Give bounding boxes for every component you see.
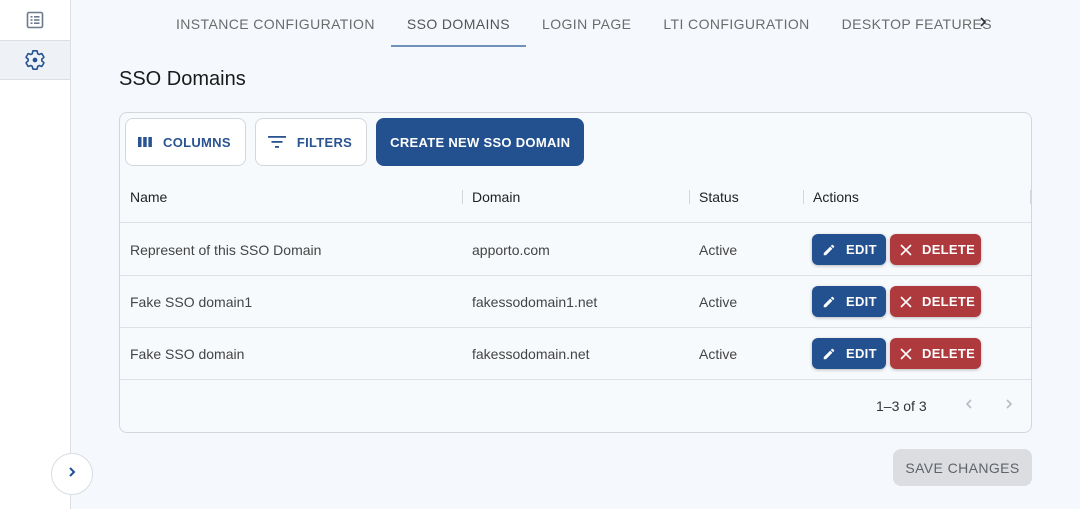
- table-header: Name Domain Status Actions: [120, 171, 1031, 223]
- table-footer: 1–3 of 3: [120, 380, 1031, 432]
- filters-button[interactable]: FILTERS: [254, 118, 368, 166]
- chevron-left-icon: [963, 397, 975, 415]
- cell-name: Fake SSO domain1: [130, 294, 253, 310]
- tab-scroll-right-button[interactable]: [968, 12, 998, 36]
- edit-label: EDIT: [846, 242, 877, 257]
- gear-icon: [24, 49, 46, 71]
- columns-label: COLUMNS: [163, 134, 231, 150]
- column-separator[interactable]: [1030, 190, 1031, 204]
- delete-label: DELETE: [922, 294, 976, 309]
- cell-domain: apporto.com: [472, 242, 550, 258]
- column-header-domain[interactable]: Domain: [472, 171, 520, 223]
- previous-page-button[interactable]: [957, 394, 981, 418]
- edit-label: EDIT: [846, 346, 877, 361]
- tab-instance-configuration[interactable]: INSTANCE CONFIGURATION: [160, 0, 391, 47]
- save-changes-button[interactable]: SAVE CHANGES: [893, 449, 1032, 486]
- sidebar-item-settings[interactable]: [0, 40, 70, 80]
- chevron-right-icon: [1003, 397, 1015, 415]
- cell-domain: fakessodomain1.net: [472, 294, 598, 310]
- cell-status: Active: [699, 294, 738, 310]
- page-title: SSO Domains: [119, 68, 246, 90]
- tab-sso-domains[interactable]: SSO DOMAINS: [390, 0, 527, 47]
- edit-label: EDIT: [846, 294, 877, 309]
- list-icon: [25, 10, 45, 30]
- table-toolbar: COLUMNS FILTERS CREATE NEW SSO DOMAIN: [125, 118, 585, 166]
- delete-button[interactable]: DELETE: [890, 286, 981, 317]
- chevron-right-icon: [65, 465, 79, 484]
- filters-label: FILTERS: [296, 134, 353, 150]
- create-sso-domain-button[interactable]: CREATE NEW SSO DOMAIN: [376, 118, 585, 166]
- cell-name: Fake SSO domain: [130, 346, 245, 362]
- delete-label: DELETE: [922, 346, 976, 361]
- cell-status: Active: [699, 242, 738, 258]
- sidebar: [0, 0, 93, 509]
- delete-button[interactable]: DELETE: [890, 234, 981, 265]
- tab-bar: INSTANCE CONFIGURATION SSO DOMAINS LOGIN…: [160, 0, 1008, 47]
- table-row: Fake SSO domain1 fakessodomain1.net Acti…: [120, 276, 1031, 328]
- filter-icon: [267, 135, 287, 149]
- column-separator[interactable]: [689, 190, 690, 204]
- tab-login-page[interactable]: LOGIN PAGE: [526, 0, 647, 47]
- table-row: Fake SSO domain fakessodomain.net Active…: [120, 328, 1031, 380]
- close-icon: [900, 295, 912, 308]
- column-separator[interactable]: [803, 190, 804, 204]
- chevron-right-icon: [977, 15, 989, 33]
- column-separator[interactable]: [462, 190, 463, 204]
- columns-button[interactable]: COLUMNS: [125, 118, 246, 166]
- delete-button[interactable]: DELETE: [890, 338, 981, 369]
- edit-button[interactable]: EDIT: [812, 286, 886, 317]
- cell-name: Represent of this SSO Domain: [130, 242, 322, 258]
- close-icon: [900, 347, 912, 360]
- column-header-name[interactable]: Name: [130, 171, 167, 223]
- column-header-actions: Actions: [813, 189, 859, 205]
- sso-domains-table: COLUMNS FILTERS CREATE NEW SSO DOMAIN Na…: [119, 112, 1032, 433]
- column-header-status[interactable]: Status: [699, 171, 739, 223]
- edit-button[interactable]: EDIT: [812, 234, 886, 265]
- next-page-button[interactable]: [997, 394, 1021, 418]
- tab-lti-configuration[interactable]: LTI CONFIGURATION: [647, 0, 825, 47]
- cell-status: Active: [699, 346, 738, 362]
- close-icon: [900, 243, 912, 256]
- sidebar-item-list[interactable]: [0, 0, 70, 40]
- cell-domain: fakessodomain.net: [472, 346, 590, 362]
- columns-icon: [137, 136, 153, 148]
- pencil-icon: [822, 243, 836, 257]
- pagination-text: 1–3 of 3: [876, 398, 927, 414]
- sidebar-expand-button[interactable]: [51, 453, 93, 495]
- pencil-icon: [822, 347, 836, 361]
- edit-button[interactable]: EDIT: [812, 338, 886, 369]
- delete-label: DELETE: [922, 242, 976, 257]
- table-row: Represent of this SSO Domain apporto.com…: [120, 224, 1031, 276]
- pencil-icon: [822, 295, 836, 309]
